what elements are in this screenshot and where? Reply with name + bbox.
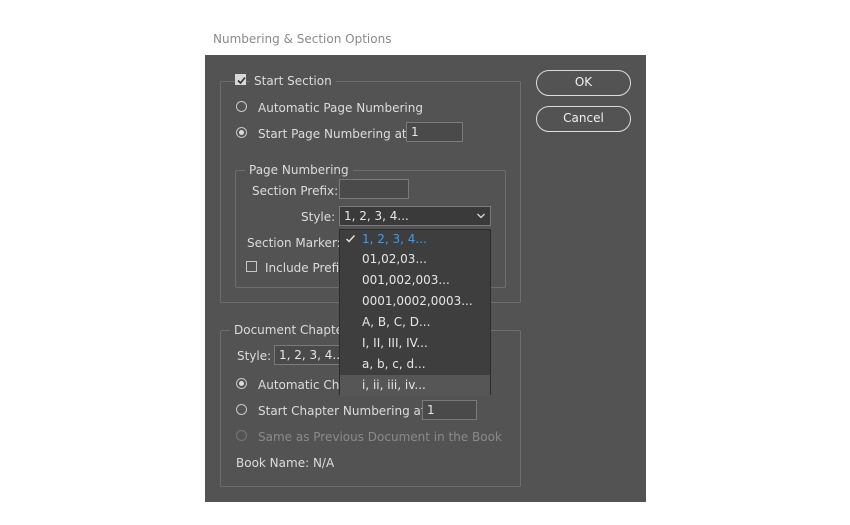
start-chapter-label: Start Chapter Numbering at: [258, 404, 430, 418]
start-section-label: Start Section [250, 74, 336, 88]
checkmark-icon [346, 235, 356, 243]
style-option-lower-alpha[interactable]: a, b, c, d... [340, 354, 490, 375]
auto-chapter-label: Automatic Cha [258, 378, 347, 392]
section-prefix-input[interactable] [339, 179, 409, 199]
start-page-numbering-radio[interactable] [236, 127, 247, 138]
style-option-two-digit[interactable]: 01,02,03... [340, 249, 490, 270]
section-marker-label: Section Marker: [247, 236, 341, 250]
start-chapter-input[interactable] [422, 400, 477, 420]
chapter-style-label: Style: [237, 349, 272, 363]
start-section-checkbox[interactable] [235, 74, 246, 85]
include-prefix-label: Include Prefix [265, 261, 347, 275]
style-option-four-digit[interactable]: 0001,0002,0003... [340, 291, 490, 312]
section-prefix-label: Section Prefix: [252, 184, 339, 198]
auto-page-numbering-label: Automatic Page Numbering [258, 101, 423, 115]
page-numbering-legend: Page Numbering [245, 163, 353, 177]
auto-page-numbering-radio[interactable] [236, 101, 247, 112]
chevron-down-icon [477, 213, 485, 219]
document-chapter-legend: Document Chapter [230, 323, 352, 337]
checkmark-icon [237, 76, 246, 85]
chapter-style-value: 1, 2, 3, 4... [279, 348, 344, 362]
style-dropdown-menu: 1, 2, 3, 4... 01,02,03... 001,002,003...… [339, 229, 491, 396]
style-label: Style: [301, 210, 336, 224]
include-prefix-checkbox[interactable] [246, 261, 257, 272]
style-dropdown-value: 1, 2, 3, 4... [344, 209, 409, 223]
window-title: Numbering & Section Options [213, 32, 392, 46]
style-dropdown[interactable]: 1, 2, 3, 4... [339, 206, 491, 226]
book-name-label: Book Name: N/A [236, 456, 335, 470]
start-page-number-input[interactable] [406, 122, 463, 142]
ok-button[interactable]: OK [536, 70, 631, 96]
auto-chapter-radio[interactable] [236, 378, 247, 389]
style-option-lower-roman[interactable]: i, ii, iii, iv... [340, 375, 490, 396]
cancel-button[interactable]: Cancel [536, 106, 631, 132]
style-option-upper-roman[interactable]: I, II, III, IV... [340, 333, 490, 354]
start-page-numbering-label: Start Page Numbering at: [258, 127, 411, 141]
style-option-arabic[interactable]: 1, 2, 3, 4... [340, 229, 490, 250]
same-as-previous-label: Same as Previous Document in the Book [258, 430, 502, 444]
start-chapter-radio[interactable] [236, 404, 247, 415]
style-option-three-digit[interactable]: 001,002,003... [340, 270, 490, 291]
style-option-upper-alpha[interactable]: A, B, C, D... [340, 312, 490, 333]
same-as-previous-radio[interactable] [236, 430, 247, 441]
